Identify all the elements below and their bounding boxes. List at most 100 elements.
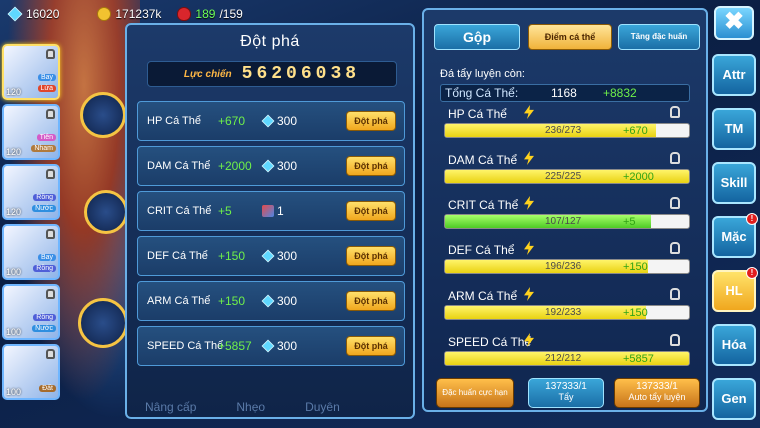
cost: 300 (261, 114, 298, 128)
stat-progress-bar: 196/236 +150 (444, 259, 690, 274)
stat-name: ARM Cá Thể (147, 295, 211, 307)
cost-value: 300 (277, 339, 298, 353)
pet-ring-button[interactable] (78, 298, 128, 348)
stat-bonus: +670 (623, 125, 648, 137)
nav-button[interactable]: Skill (712, 162, 756, 204)
stat-name: DAM Cá Thể (147, 160, 211, 172)
apple-icon (177, 7, 192, 21)
side-nav: ✖ Attr TM Skill Mặc! HL! Hóa Gen (712, 6, 758, 428)
team-member-card[interactable]: Rồng Nước 100 (2, 284, 60, 340)
type-tag-1: Rồng (33, 314, 56, 321)
lock-icon[interactable] (670, 106, 680, 118)
nav-button[interactable]: Hóa (712, 324, 756, 366)
tab-diem-ca-the[interactable]: Điểm cá thể (528, 24, 612, 50)
breakthrough-button[interactable]: Đột phá (346, 291, 396, 311)
total-bonus: +8832 (603, 86, 637, 100)
stat-bonus: +150 (623, 261, 648, 273)
bottom-tab[interactable]: Duyên (305, 400, 340, 414)
stat-bonus: +670 (218, 114, 246, 128)
lock-icon[interactable] (670, 334, 680, 346)
cost-value: 1 (277, 204, 284, 218)
auto-wash-count: 137333/1 (636, 381, 678, 392)
stamina-current: 189 (195, 7, 216, 21)
monster-level: 100 (6, 267, 22, 277)
team-member-card[interactable]: Tiên Nham 120 (2, 104, 60, 160)
gem-icon (261, 294, 275, 308)
lock-icon (46, 169, 55, 179)
monster-portrait (12, 352, 40, 376)
stat-bonus: +5857 (218, 339, 252, 353)
monster-level: 120 (6, 87, 22, 97)
special-training-label: Đặc huấn cực hạn (442, 388, 508, 397)
monster-level: 100 (6, 327, 22, 337)
stat-row: ARM Cá Thể 192/233 +150 (444, 287, 690, 329)
stat-bonus: +150 (218, 249, 246, 263)
nav-label: Mặc (721, 229, 747, 244)
nav-button[interactable]: TM (712, 108, 756, 150)
breakthrough-button[interactable]: Đột phá (346, 246, 396, 266)
breakthrough-button[interactable]: Đột phá (346, 156, 396, 176)
tab-gop[interactable]: Gộp (434, 24, 520, 50)
stat-bonus: +2000 (623, 171, 654, 183)
nav-button[interactable]: Mặc! (712, 213, 758, 258)
breakthrough-row: ARM Cá Thể +150 300 Đột phá (137, 281, 405, 321)
team-member-card[interactable]: Bay Lửa 120 (2, 44, 60, 100)
cost-value: 300 (277, 114, 298, 128)
special-training-button[interactable]: Đặc huấn cực hạn (436, 378, 514, 408)
gem-icon (7, 6, 23, 22)
bottom-tab[interactable]: Nhẹo (236, 400, 265, 414)
lightning-icon (524, 105, 534, 119)
stat-row: DAM Cá Thể 225/225 +2000 (444, 151, 690, 193)
alert-badge: ! (746, 213, 758, 225)
nav-label: HL (725, 283, 743, 298)
monster-level: 120 (6, 147, 22, 157)
stat-progress-text: 107/127 (545, 216, 582, 227)
skill-ring-button[interactable] (80, 92, 126, 138)
nav-button[interactable]: Attr (712, 54, 756, 96)
lock-icon[interactable] (670, 288, 680, 300)
alert-badge: ! (746, 267, 758, 279)
breakthrough-row: DAM Cá Thể +2000 300 Đột phá (137, 146, 405, 186)
stat-row: DEF Cá Thể 196/236 +150 (444, 241, 690, 283)
shield-ring-button[interactable] (84, 190, 128, 234)
stat-row: HP Cá Thể 236/273 +670 (444, 105, 690, 147)
total-value: 1168 (551, 86, 577, 100)
breakthrough-button[interactable]: Đột phá (346, 201, 396, 221)
nav-button[interactable]: Gen (712, 378, 756, 420)
stat-name: ARM Cá Thể (448, 289, 518, 303)
lock-icon (46, 109, 55, 119)
breakthrough-button[interactable]: Đột phá (346, 111, 396, 131)
lock-icon[interactable] (670, 152, 680, 164)
auto-wash-button[interactable]: 137333/1 Auto tẩy luyện (614, 378, 700, 408)
lock-icon[interactable] (670, 197, 680, 209)
team-member-card[interactable]: Bay Rồng 100 (2, 224, 60, 280)
stat-name: SPEED Cá Thể (448, 335, 532, 349)
stat-bonus: +150 (218, 294, 246, 308)
monster-portrait (12, 52, 40, 76)
team-member-card[interactable]: Đất 100 (2, 344, 60, 400)
stamina-counter: 189/159 (177, 7, 243, 21)
total-stat-box: Tổng Cá Thể: 1168 +8832 (440, 84, 690, 102)
stat-progress-bar: 192/233 +150 (444, 305, 690, 320)
bottom-tab[interactable]: Nâng cấp (145, 400, 196, 414)
combat-power-box: Lực chiến 56206038 (147, 61, 397, 87)
tab-tang-dac-huan[interactable]: Tăng đặc huấn (618, 24, 700, 50)
monster-portrait (12, 292, 40, 316)
monster-portrait (12, 112, 40, 136)
breakthrough-button[interactable]: Đột phá (346, 336, 396, 356)
monster-portrait (12, 172, 40, 196)
team-member-card[interactable]: Rồng Nước 120 (2, 164, 60, 220)
breakthrough-row: CRIT Cá Thể +5 1 Đột phá (137, 191, 405, 231)
breakthrough-row: DEF Cá Thể +150 300 Đột phá (137, 236, 405, 276)
combat-power-value: 56206038 (241, 64, 361, 84)
wash-label: Tẩy (558, 392, 574, 402)
stat-bonus: +5 (218, 204, 232, 218)
nav-button[interactable]: HL! (712, 267, 758, 312)
lock-icon[interactable] (670, 242, 680, 254)
close-icon[interactable]: ✖ (714, 6, 754, 40)
stat-name: CRIT Cá Thể (147, 205, 212, 217)
lock-icon (46, 229, 55, 239)
type-tag-2: Nham (31, 145, 56, 152)
auto-wash-label: Auto tẩy luyện (628, 392, 686, 402)
wash-button[interactable]: 137333/1 Tẩy (528, 378, 604, 408)
